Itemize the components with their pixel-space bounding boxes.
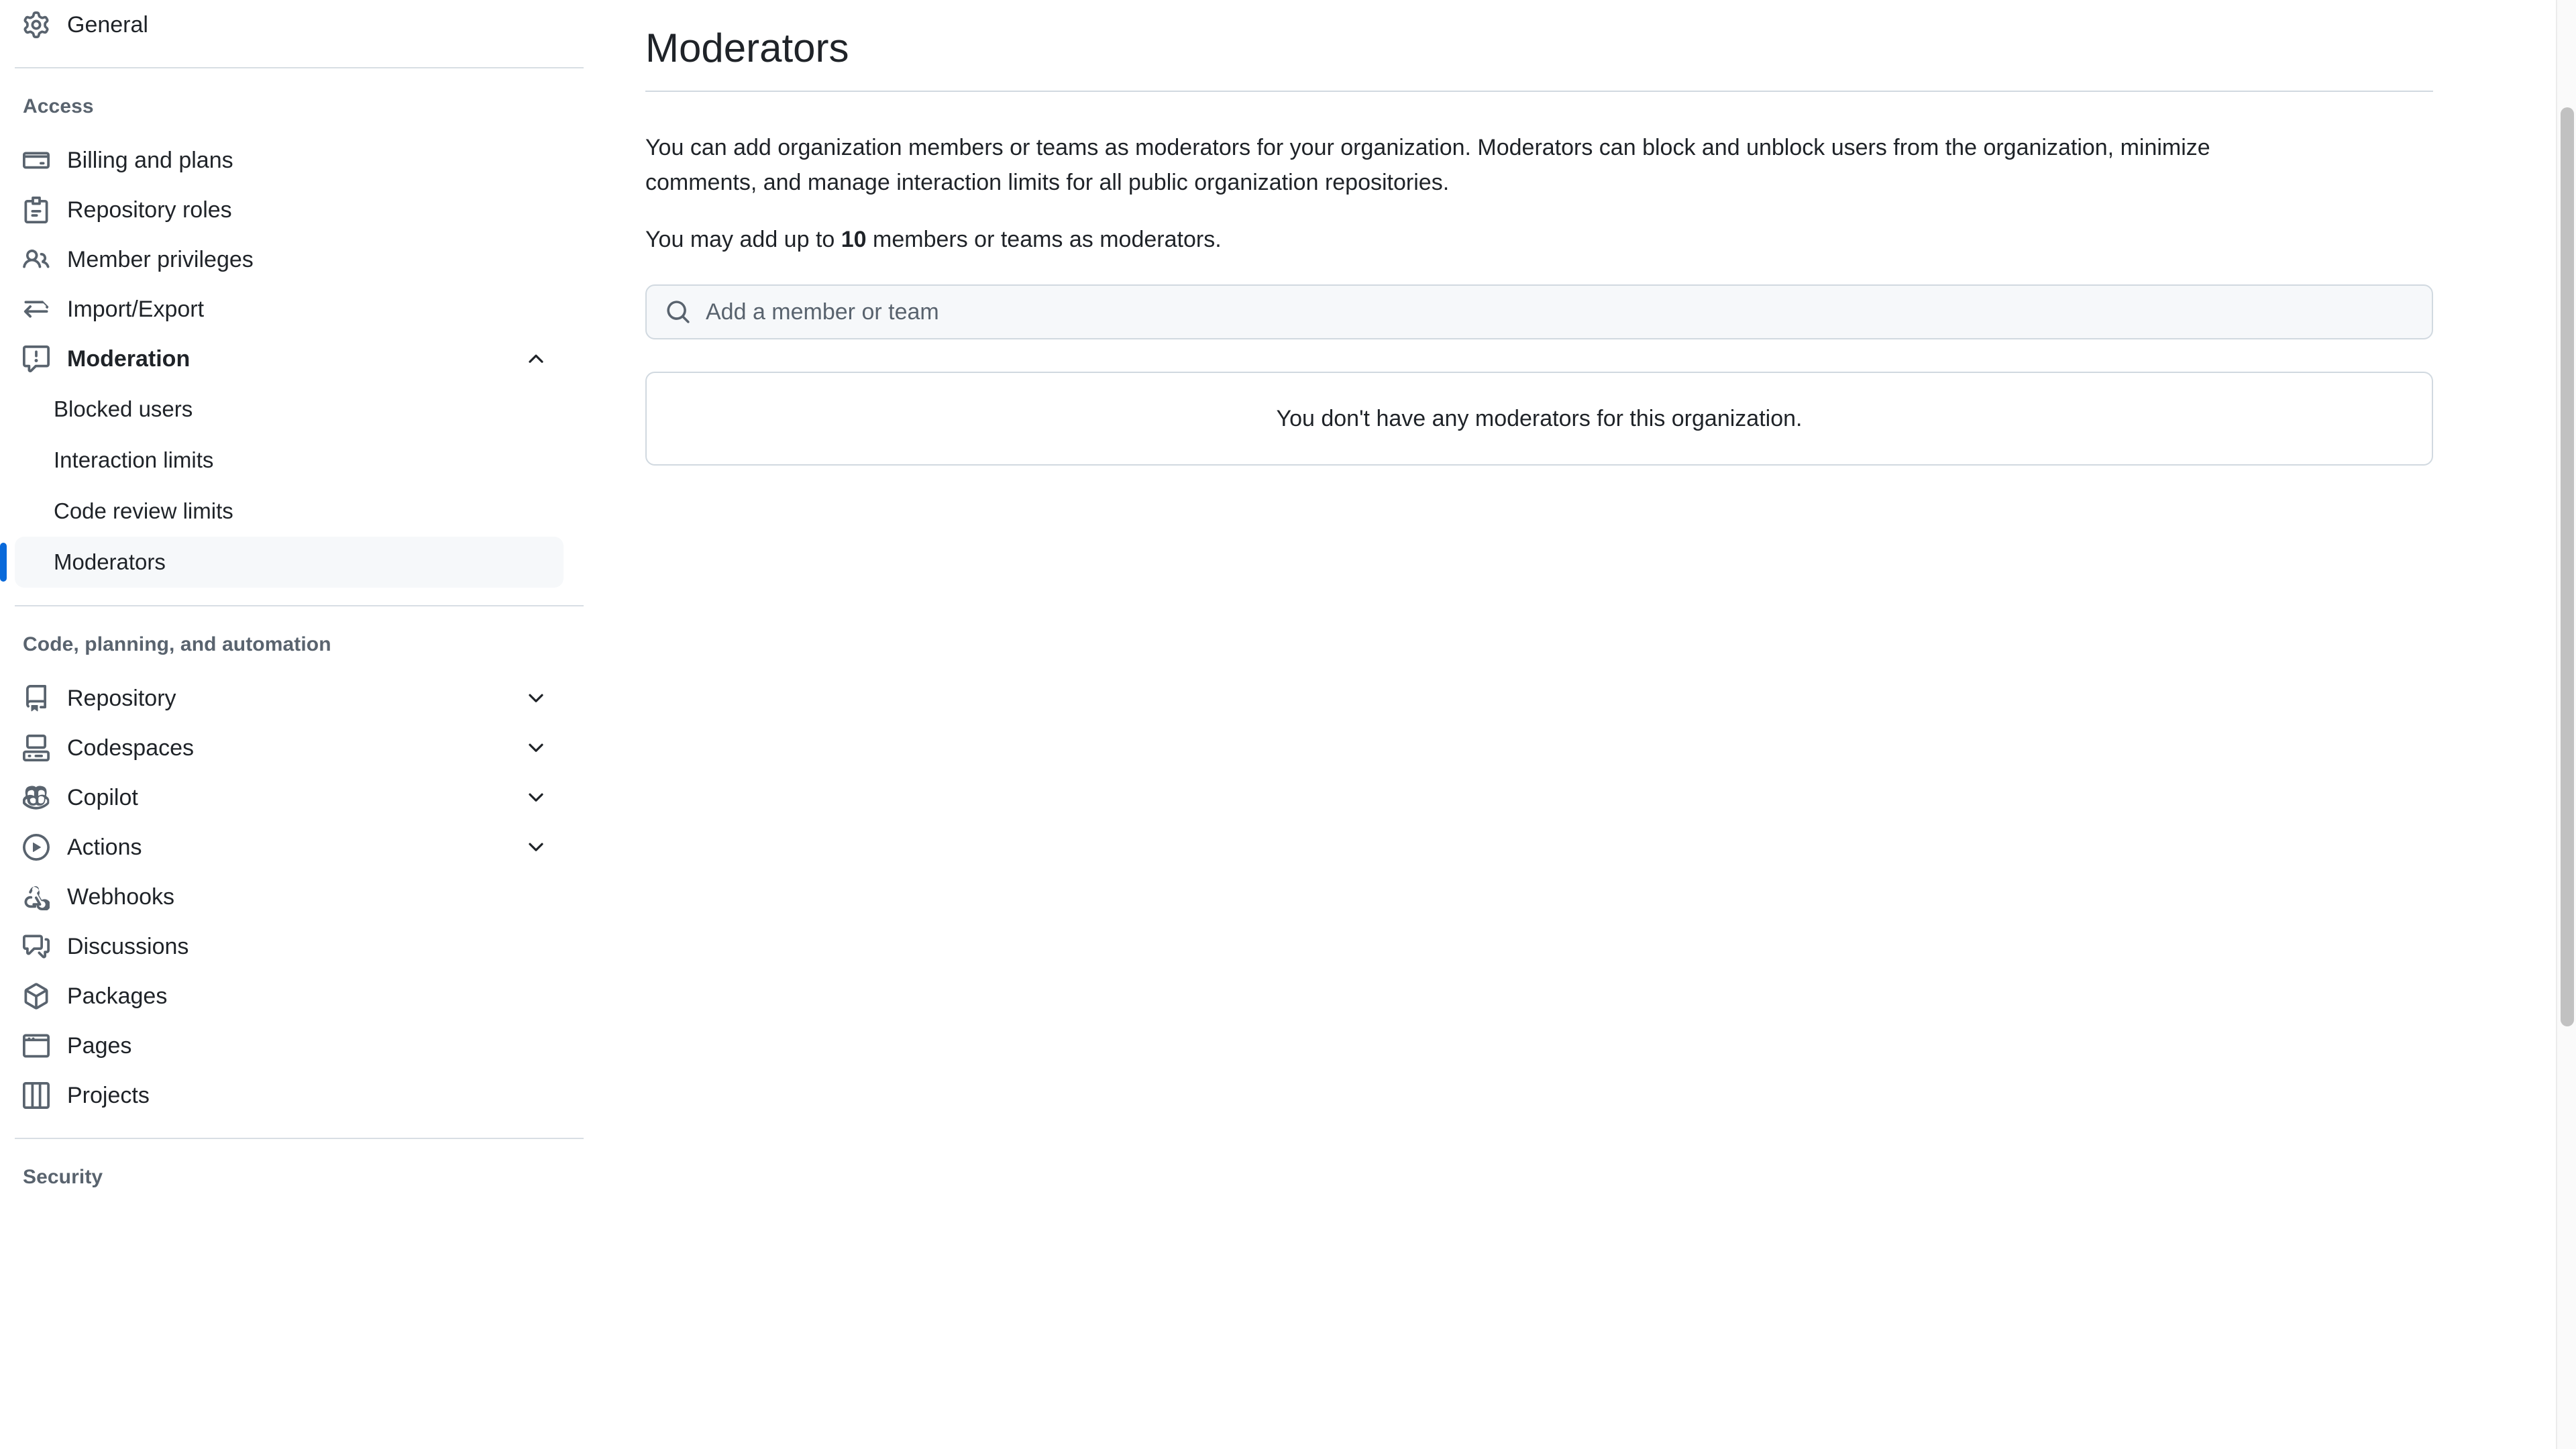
- sidebar-item-projects[interactable]: Projects: [15, 1071, 564, 1120]
- sidebar-item-actions[interactable]: Actions: [15, 822, 564, 872]
- sidebar-item-label: Discussions: [67, 934, 189, 959]
- sidebar-item-general[interactable]: General: [15, 0, 564, 50]
- sidebar-item-copilot[interactable]: Copilot: [15, 773, 564, 822]
- limit-prefix: You may add up to: [645, 227, 841, 253]
- add-member-search-input[interactable]: [706, 286, 2413, 339]
- sidebar-item-label: Pages: [67, 1033, 132, 1059]
- project-icon: [23, 1082, 50, 1109]
- id-badge-icon: [23, 197, 50, 223]
- sidebar-item-label: Member privileges: [67, 247, 254, 272]
- copilot-icon: [23, 784, 50, 811]
- limit-suffix: members or teams as moderators.: [866, 227, 1222, 253]
- sidebar-item-pages[interactable]: Pages: [15, 1021, 564, 1071]
- limit-count: 10: [841, 227, 867, 253]
- sidebar-item-repository-roles[interactable]: Repository roles: [15, 185, 564, 235]
- sidebar-item-blocked-users[interactable]: Blocked users: [15, 384, 564, 435]
- title-divider: [645, 91, 2433, 92]
- sidebar-item-webhooks[interactable]: Webhooks: [15, 872, 564, 922]
- page-title: Moderators: [645, 25, 849, 70]
- sidebar-item-moderation[interactable]: Moderation: [15, 334, 564, 384]
- sidebar-item-codespaces[interactable]: Codespaces: [15, 723, 564, 773]
- sidebar-item-label: Packages: [67, 983, 168, 1009]
- sidebar-item-label: Import/Export: [67, 297, 205, 322]
- add-member-search-box[interactable]: [645, 284, 2433, 340]
- sidebar-item-label: Projects: [67, 1083, 150, 1108]
- sidebar-subitem-label: Moderators: [54, 549, 166, 574]
- sidebar-item-code-review-limits[interactable]: Code review limits: [15, 486, 564, 537]
- sidebar-item-label: General: [67, 12, 148, 38]
- sidebar-divider-1: [15, 67, 584, 68]
- sidebar-subitem-label: Blocked users: [54, 396, 193, 421]
- sidebar-item-import-export[interactable]: Import/Export: [15, 284, 564, 334]
- settings-page: General Access Billing and plans Reposit…: [0, 0, 2576, 1449]
- sidebar-item-label: Copilot: [67, 785, 138, 810]
- sidebar-item-interaction-limits[interactable]: Interaction limits: [15, 435, 564, 486]
- sidebar-item-member-privileges[interactable]: Member privileges: [15, 235, 564, 284]
- sidebar-item-label: Repository roles: [67, 197, 232, 223]
- chevron-up-icon[interactable]: [525, 347, 547, 370]
- gear-icon: [23, 11, 50, 38]
- sidebar-section-heading-access: Access: [23, 95, 94, 117]
- sidebar-section-list-access: Billing and plans Repository roles Membe…: [0, 136, 597, 384]
- credit-card-icon: [23, 147, 50, 174]
- comment-discussion-icon: [23, 933, 50, 960]
- chevron-down-icon[interactable]: [525, 687, 547, 710]
- arrow-switch-icon: [23, 296, 50, 323]
- package-icon: [23, 983, 50, 1010]
- sidebar-item-label: Actions: [67, 835, 142, 860]
- moderation-sub-list: Blocked users Interaction limits Code re…: [0, 384, 597, 588]
- moderators-description: You can add organization members or team…: [645, 135, 2210, 195]
- page-scrollbar-track[interactable]: [2556, 0, 2576, 1449]
- sidebar-item-repository[interactable]: Repository: [15, 674, 564, 723]
- page-scrollbar-thumb[interactable]: [2561, 107, 2574, 1026]
- sidebar-item-billing-and-plans[interactable]: Billing and plans: [15, 136, 564, 185]
- moderators-limit-text: You may add up to 10 members or teams as…: [645, 223, 2302, 258]
- sidebar-subitem-label: Interaction limits: [54, 447, 214, 472]
- main-inner: Moderators You can add organization memb…: [645, 0, 2433, 466]
- chevron-down-icon[interactable]: [525, 786, 547, 809]
- webhook-icon: [23, 883, 50, 910]
- sidebar-top-list: General: [0, 0, 597, 50]
- sidebar-item-label: Webhooks: [67, 884, 175, 910]
- settings-sidebar: General Access Billing and plans Reposit…: [0, 0, 597, 1449]
- sidebar-item-packages[interactable]: Packages: [15, 971, 564, 1021]
- chevron-down-icon[interactable]: [525, 737, 547, 759]
- sidebar-item-label: Codespaces: [67, 735, 195, 761]
- sidebar-section-heading-security: Security: [23, 1166, 103, 1188]
- sidebar-section-list-code-planning: Repository Codespaces Copilot Actions We…: [0, 674, 597, 1120]
- moderators-empty-state: You don't have any moderators for this o…: [645, 372, 2433, 466]
- main-content: Moderators You can add organization memb…: [597, 0, 2576, 1449]
- search-icon: [665, 299, 691, 325]
- play-icon: [23, 834, 50, 861]
- sidebar-item-label: Billing and plans: [67, 148, 233, 173]
- sidebar-divider-3: [15, 1138, 584, 1139]
- sidebar-divider-2: [15, 605, 584, 606]
- sidebar-item-discussions[interactable]: Discussions: [15, 922, 564, 971]
- sidebar-item-label: Repository: [67, 686, 176, 711]
- codespaces-icon: [23, 735, 50, 761]
- browser-icon: [23, 1032, 50, 1059]
- people-icon: [23, 246, 50, 273]
- sidebar-subitem-label: Code review limits: [54, 498, 233, 523]
- sidebar-section-heading-code-planning: Code, planning, and automation: [23, 633, 331, 655]
- sidebar-item-label: Moderation: [67, 346, 191, 372]
- empty-state-message: You don't have any moderators for this o…: [1276, 405, 1803, 431]
- report-icon: [23, 345, 50, 372]
- repo-icon: [23, 685, 50, 712]
- sidebar-item-moderators[interactable]: Moderators: [0, 537, 564, 588]
- chevron-down-icon[interactable]: [525, 836, 547, 859]
